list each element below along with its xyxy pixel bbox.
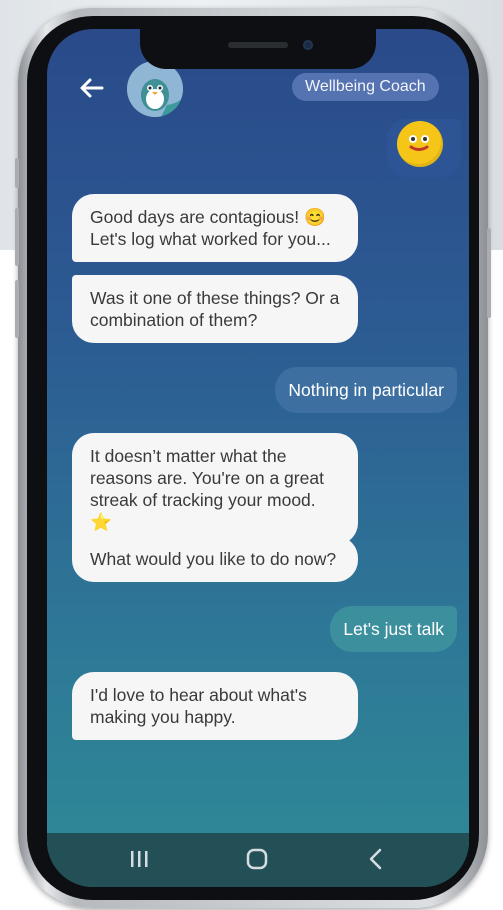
- user-reply: Nothing in particular: [275, 367, 457, 413]
- power-button: [487, 228, 491, 318]
- home-icon[interactable]: [232, 833, 282, 887]
- coach-name-badge: Wellbeing Coach: [292, 73, 439, 101]
- recent-apps-icon[interactable]: [114, 833, 164, 887]
- coach-message: Was it one of these things? Or a combina…: [72, 275, 358, 343]
- penguin-avatar: [127, 61, 183, 117]
- earpiece-speaker: [228, 42, 288, 48]
- chat-screen: Wellbeing Coach Good days are contagious…: [47, 29, 469, 887]
- coach-message: I'd love to hear about what's making you…: [72, 672, 358, 740]
- notch: [140, 29, 376, 69]
- mute-switch: [15, 158, 19, 188]
- front-camera: [303, 40, 313, 50]
- coach-message: Good days are contagious! 😊 Let's log wh…: [72, 194, 358, 262]
- volume-down-button: [15, 280, 19, 338]
- volume-up-button: [15, 208, 19, 266]
- arrow-left-icon[interactable]: [75, 71, 109, 105]
- user-reply: Let's just talk: [330, 606, 457, 652]
- system-nav-bar: [47, 833, 469, 887]
- coach-message: It doesn’t matter what the reasons are. …: [72, 433, 358, 545]
- back-chevron-icon[interactable]: [350, 833, 400, 887]
- coach-avatar[interactable]: [127, 61, 183, 117]
- smiley-face-icon: [397, 121, 443, 167]
- coach-message: What would you like to do now?: [72, 536, 358, 582]
